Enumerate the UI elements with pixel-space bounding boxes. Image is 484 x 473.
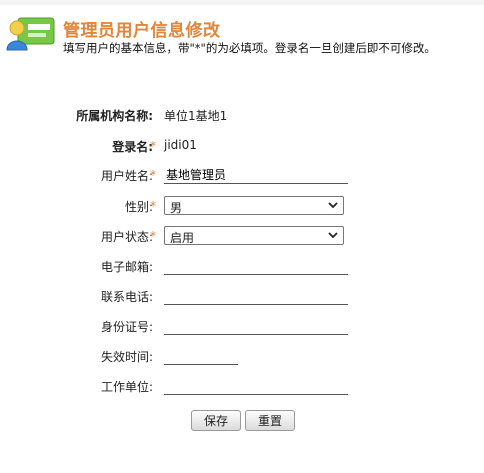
workplace-row: 工作单位:: [0, 376, 484, 398]
phone-label: 联系电话:: [100, 290, 153, 304]
username-row: 用户姓名: *: [0, 165, 484, 187]
page-subtitle: 填写用户的基本信息，带"*"的为必填项。登录名一旦创建后即不可修改。: [63, 41, 436, 55]
gender-row: 性别: * 男: [0, 196, 484, 218]
idcard-row: 身份证号:: [0, 316, 484, 338]
idcard-label: 身份证号:: [100, 320, 153, 334]
phone-row: 联系电话:: [0, 286, 484, 308]
idcard-input[interactable]: [164, 316, 348, 335]
username-required-mark: *: [150, 168, 156, 182]
workplace-label: 工作单位:: [100, 380, 153, 394]
email-input[interactable]: [164, 256, 348, 275]
gender-required-mark: *: [150, 199, 156, 213]
status-label: 用户状态:: [100, 230, 153, 244]
gender-selected-value: 男: [170, 201, 183, 215]
status-selected-value: 启用: [170, 231, 195, 245]
top-strip: [0, 0, 484, 5]
username-input[interactable]: [164, 165, 348, 184]
reset-button[interactable]: 重置: [245, 410, 295, 431]
expire-label: 失效时间:: [100, 350, 153, 364]
username-label: 用户姓名:: [100, 169, 153, 183]
user-card-icon: [6, 14, 56, 52]
login-label: 登录名:: [112, 140, 153, 154]
login-row: 登录名: * jidi01: [0, 136, 484, 158]
login-value: jidi01: [164, 138, 197, 152]
page-title: 管理员用户信息修改: [63, 21, 221, 41]
workplace-input[interactable]: [164, 376, 348, 395]
org-row: 所属机构名称: 单位1基地1: [0, 105, 484, 127]
status-select[interactable]: 启用: [164, 226, 344, 245]
expire-row: 失效时间:: [0, 346, 484, 368]
phone-input[interactable]: [164, 286, 348, 305]
chevron-down-icon: [328, 202, 338, 209]
org-label: 所属机构名称:: [76, 109, 153, 123]
org-value: 单位1基地1: [164, 109, 228, 123]
gender-label: 性别:: [124, 200, 153, 214]
login-required-mark: *: [150, 139, 156, 153]
save-button[interactable]: 保存: [191, 410, 241, 431]
email-row: 电子邮箱:: [0, 256, 484, 278]
expire-date-input[interactable]: [164, 346, 238, 365]
status-required-mark: *: [150, 229, 156, 243]
email-label: 电子邮箱:: [100, 260, 153, 274]
status-row: 用户状态: * 启用: [0, 226, 484, 248]
gender-select[interactable]: 男: [164, 196, 344, 215]
chevron-down-icon: [328, 232, 338, 239]
